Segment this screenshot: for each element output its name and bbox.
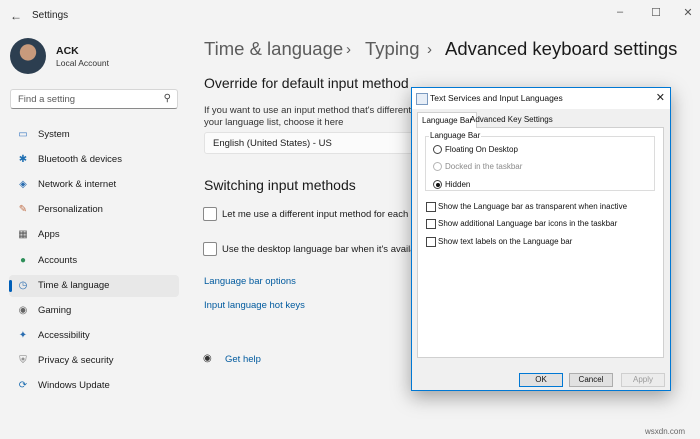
sidebar-item-label: Accounts	[38, 254, 78, 266]
settings-window: ← Settings – ☐ ✕ ACK Local Account Find …	[0, 0, 700, 439]
sidebar-item-label: Gaming	[38, 304, 72, 316]
sidebar-item-windows-update[interactable]: ⟳ Windows Update	[9, 375, 179, 397]
desktop-language-bar-checkbox[interactable]	[203, 242, 217, 256]
sidebar-item-personalization[interactable]: ✎ Personalization	[9, 199, 179, 221]
sidebar-item-accounts[interactable]: ● Accounts	[9, 250, 179, 272]
selection-indicator	[9, 279, 12, 292]
override-description-line2: your language list, choose it here	[204, 117, 344, 128]
brush-icon: ✎	[18, 204, 28, 216]
bluetooth-icon: ✱	[18, 154, 28, 166]
account-type: Local Account	[56, 58, 109, 68]
avatar[interactable]	[10, 38, 46, 74]
breadcrumb-time-language[interactable]: Time & language	[204, 38, 343, 60]
additional-icons-label: Show additional Language bar icons in th…	[438, 219, 618, 228]
sidebar-item-accessibility[interactable]: ✦ Accessibility	[9, 325, 179, 347]
hidden-label: Hidden	[445, 180, 471, 189]
close-icon[interactable]: ✕	[656, 91, 665, 104]
sidebar-item-time-language[interactable]: ◷ Time & language	[9, 274, 179, 297]
hidden-radio[interactable]	[433, 180, 442, 189]
transparent-label: Show the Language bar as transparent whe…	[438, 202, 628, 211]
sidebar-item-system[interactable]: ▭ System	[9, 124, 179, 146]
dialog-title: Text Services and Input Languages	[430, 93, 563, 103]
help-icon: ◉	[203, 353, 212, 364]
get-help-link[interactable]: Get help	[225, 354, 261, 365]
watermark: wsxdn.com	[645, 427, 686, 436]
maximize-button[interactable]: ☐	[644, 6, 668, 19]
sidebar-item-label: System	[38, 129, 70, 140]
sidebar-item-label: Accessibility	[38, 329, 90, 341]
docked-label: Docked in the taskbar	[445, 162, 523, 171]
user-name: ACK	[56, 45, 79, 57]
sidebar-item-network-internet[interactable]: ◈ Network & internet	[9, 174, 179, 196]
per-app-input-checkbox[interactable]	[203, 207, 217, 221]
transparent-checkbox[interactable]	[426, 202, 436, 212]
page-title: Advanced keyboard settings	[445, 38, 678, 59]
docked-radio	[433, 162, 442, 171]
dialog-title-bar: Text Services and Input Languages ✕	[412, 88, 670, 109]
input-method-dropdown[interactable]: English (United States) - US	[204, 132, 416, 154]
keyboard-icon	[416, 93, 428, 105]
breadcrumb-separator-icon: ›	[427, 41, 432, 58]
back-arrow-icon[interactable]: ←	[10, 9, 22, 23]
minimize-button[interactable]: –	[608, 6, 632, 18]
floating-radio[interactable]	[433, 145, 442, 154]
sidebar-item-label: Time & language	[38, 279, 110, 291]
tab-advanced-key-settings[interactable]: Advanced Key Settings	[466, 112, 557, 127]
sidebar-item-label: Privacy & security	[38, 354, 114, 366]
ok-button[interactable]: OK	[519, 373, 563, 387]
text-labels-label: Show text labels on the Language bar	[438, 237, 573, 246]
search-input[interactable]: Find a setting ⚲	[10, 89, 178, 109]
override-heading: Override for default input method	[204, 75, 409, 91]
person-icon: ●	[19, 254, 27, 266]
language-bar-options-link[interactable]: Language bar options	[204, 276, 296, 287]
search-placeholder: Find a setting	[18, 94, 76, 105]
sidebar-item-apps[interactable]: ▦ Apps	[9, 224, 179, 246]
text-labels-checkbox[interactable]	[426, 237, 436, 247]
override-description-line1: If you want to use an input method that'…	[204, 105, 422, 116]
input-language-hot-keys-link[interactable]: Input language hot keys	[204, 300, 305, 311]
apply-button: Apply	[621, 373, 665, 387]
additional-icons-checkbox[interactable]	[426, 219, 436, 229]
sidebar-item-label: Bluetooth & devices	[38, 154, 122, 166]
sidebar-item-label: Windows Update	[38, 380, 110, 391]
per-app-input-label: Let me use a different input method for …	[222, 209, 427, 220]
sidebar-item-privacy-security[interactable]: ⛨ Privacy & security	[9, 350, 179, 372]
update-icon: ⟳	[18, 380, 28, 391]
display-icon: ▭	[18, 129, 28, 140]
sidebar-item-bluetooth-devices[interactable]: ✱ Bluetooth & devices	[9, 149, 179, 171]
breadcrumb-separator-icon: ›	[346, 41, 351, 58]
cancel-button[interactable]: Cancel	[569, 373, 613, 387]
close-button[interactable]: ✕	[676, 6, 700, 19]
shield-icon: ⛨	[19, 354, 27, 366]
title-bar: ← Settings – ☐ ✕	[0, 0, 700, 32]
desktop-language-bar-label: Use the desktop language bar when it's a…	[222, 244, 429, 255]
text-services-dialog: Text Services and Input Languages ✕ Lang…	[411, 87, 671, 391]
sidebar-item-gaming[interactable]: ◉ Gaming	[9, 300, 179, 322]
switching-heading: Switching input methods	[204, 177, 356, 193]
accessibility-icon: ✦	[18, 329, 28, 341]
apps-icon: ▦	[18, 229, 28, 241]
sidebar-item-label: Network & internet	[38, 179, 117, 191]
sidebar-item-label: Apps	[38, 229, 60, 241]
window-title: Settings	[32, 10, 69, 21]
sidebar-item-label: Personalization	[38, 204, 103, 216]
wifi-icon: ◈	[19, 179, 27, 191]
breadcrumb-typing[interactable]: Typing	[365, 38, 420, 60]
globe-clock-icon: ◷	[18, 279, 28, 291]
floating-label: Floating On Desktop	[445, 145, 518, 154]
gamepad-icon: ◉	[18, 304, 28, 316]
dropdown-value: English (United States) - US	[213, 138, 332, 149]
group-label: Language Bar	[429, 131, 482, 140]
search-icon: ⚲	[163, 93, 171, 104]
